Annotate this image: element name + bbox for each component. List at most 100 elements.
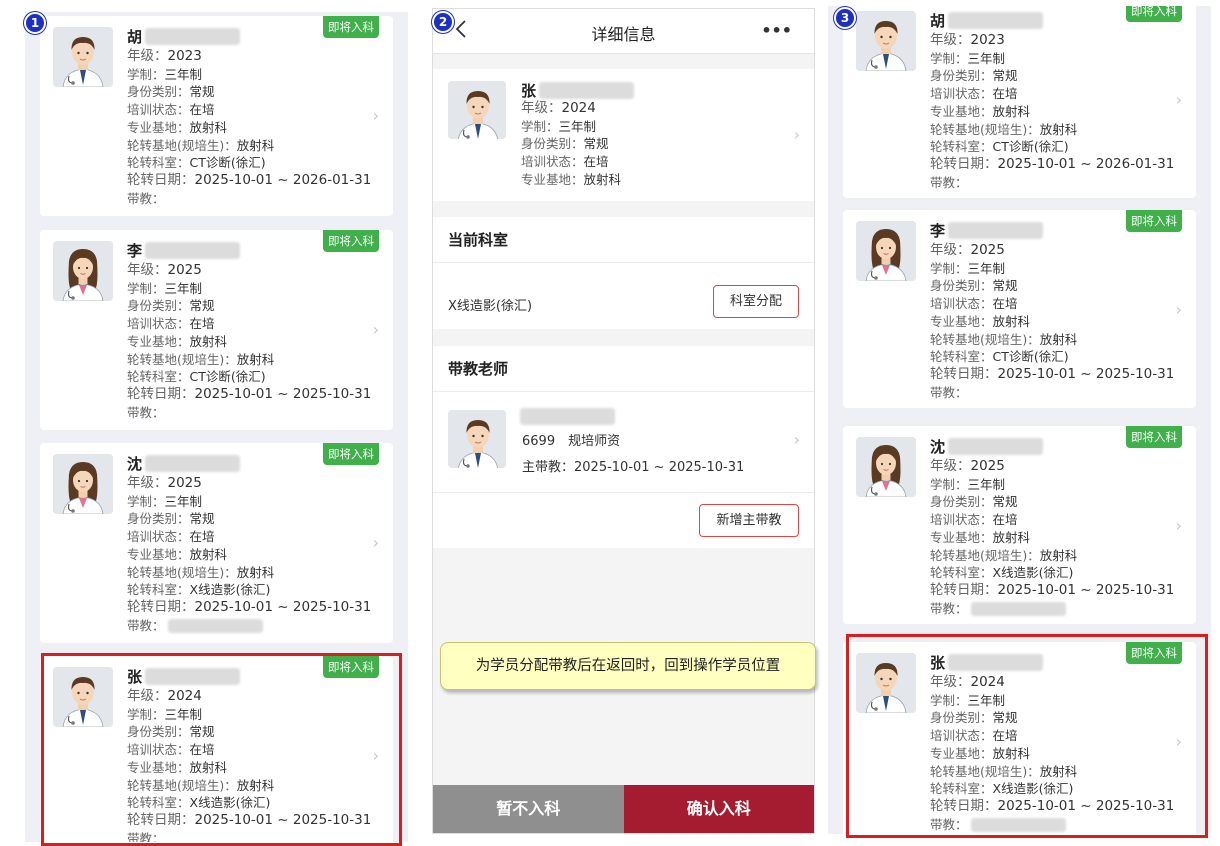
- field-label: 轮转日期：: [930, 581, 998, 598]
- info-row: 身份类别：常规: [930, 709, 1174, 727]
- student-card[interactable]: 即将入科李年级：2025 学制：三年制 身份类别：常规 培训状态：在培 专业基地：放射科…: [843, 210, 1196, 408]
- field-label: 身份类别：: [127, 298, 190, 314]
- student-card[interactable]: 即将入科胡年级：2023 学制：三年制 身份类别：常规 培训状态：在培 专业基地：放射科…: [40, 16, 393, 216]
- field-label: 专业基地：: [930, 313, 993, 329]
- field-label: 年级：: [930, 458, 971, 474]
- info-row: 专业基地：放射科: [127, 119, 371, 137]
- info-row: 身份类别：常规: [930, 277, 1174, 295]
- info-row: 学制：三年制: [127, 280, 371, 298]
- field-value: 2025-10-01 ~ 2025-10-31: [194, 598, 372, 615]
- field-value: 三年制: [967, 692, 1006, 708]
- field-label: 轮转日期：: [127, 171, 195, 188]
- field-value: 2025-10-01 ~ 2025-10-31: [194, 811, 372, 828]
- field-label: 培训状态：: [521, 154, 584, 170]
- avatar: [856, 11, 916, 71]
- student-card[interactable]: 即将入科沈年级：2025 学制：三年制 身份类别：常规 培训状态：在培 专业基地：放射科…: [40, 443, 393, 643]
- student-card[interactable]: 即将入科李年级：2025 学制：三年制 身份类别：常规 培训状态：在培 专业基地：放射科…: [40, 230, 393, 430]
- field-label: 年级：: [521, 100, 562, 116]
- student-name: 胡: [930, 11, 946, 30]
- chevron-right-icon: ›: [1175, 516, 1182, 535]
- info-row: 学制：三年制: [521, 118, 621, 136]
- field-label: 身份类别：: [127, 84, 190, 100]
- field-label: 带教：: [930, 384, 968, 400]
- field-value: CT诊断(徐汇): [189, 155, 266, 171]
- redacted-name: [145, 241, 241, 259]
- field-label: 带教：: [930, 816, 968, 832]
- student-card[interactable]: 即将入科胡年级：2023 学制：三年制 身份类别：常规 培训状态：在培 专业基地：放射科…: [843, 6, 1196, 198]
- field-value: 放射科: [1039, 121, 1078, 137]
- field-label: 轮转科室：: [930, 781, 993, 797]
- field-label: 学制：: [127, 706, 165, 722]
- assign-dept-button[interactable]: 科室分配: [713, 285, 799, 318]
- info-row: 轮转日期：2025-10-01 ~ 2026-01-31: [930, 156, 1174, 174]
- field-value: 放射科: [189, 333, 228, 349]
- info-row: 轮转科室：CT诊断(徐汇): [127, 368, 371, 386]
- student-card[interactable]: 即将入科张年级：2024 学制：三年制 身份类别：常规 培训状态：在培 专业基地：放射科…: [843, 642, 1196, 834]
- teacher-item[interactable]: 6699 规培师资 主带教：2025-10-01 ~ 2025-10-31 ›: [433, 388, 814, 493]
- annotation-note: 为学员分配带教后在返回时，回到操作学员位置: [440, 642, 816, 690]
- field-value: 放射科: [992, 745, 1031, 761]
- field-label: 培训状态：: [930, 728, 993, 744]
- student-name: 李: [930, 221, 946, 240]
- chevron-right-icon: ›: [372, 746, 379, 765]
- field-label: 带教：: [127, 830, 165, 842]
- reject-button[interactable]: 暂不入科: [433, 785, 624, 833]
- page-title: 详细信息: [591, 25, 656, 44]
- avatar: [53, 27, 113, 87]
- info-row: 轮转日期：2025-10-01 ~ 2025-10-31: [930, 798, 1174, 816]
- more-menu-button[interactable]: •••: [761, 21, 792, 40]
- field-label: 身份类别：: [930, 710, 993, 726]
- chevron-right-icon: ›: [372, 320, 379, 339]
- field-value: 三年制: [558, 118, 597, 134]
- student-summary[interactable]: 张 年级：2024 学制：三年制 身份类别：常规 培训状态：在培 专业基地：放射科 ›: [433, 69, 814, 201]
- field-label: 专业基地：: [127, 333, 190, 349]
- student-card[interactable]: 即将入科沈年级：2025 学制：三年制 身份类别：常规 培训状态：在培 专业基地：放射科…: [843, 426, 1196, 624]
- info-row: 年级：2024: [930, 674, 1174, 692]
- info-row: 培训状态：在培: [521, 153, 621, 171]
- field-value: 2025-10-01 ~ 2025-10-31: [997, 365, 1175, 382]
- section-title: 当前科室: [433, 217, 814, 263]
- field-value: 三年制: [164, 280, 203, 296]
- field-value: 2025-10-01 ~ 2026-01-31: [194, 171, 372, 188]
- student-name: 张: [127, 667, 143, 686]
- info-row: 带教：: [127, 830, 371, 842]
- info-row: 专业基地：放射科: [127, 546, 371, 564]
- field-value: X线造影(徐汇): [189, 795, 271, 811]
- field-value: CT诊断(徐汇): [992, 349, 1069, 365]
- info-row: 专业基地：放射科: [127, 759, 371, 777]
- confirm-button[interactable]: 确认入科: [623, 785, 814, 833]
- info-row: 带教：: [930, 816, 1174, 834]
- info-row: 轮转科室：CT诊断(徐汇): [127, 154, 371, 172]
- field-label: 年级：: [127, 48, 168, 64]
- info-row: 年级：2025: [930, 242, 1174, 260]
- field-label: 轮转基地(规培生)：: [930, 121, 1040, 137]
- chevron-right-icon: ›: [1175, 300, 1182, 319]
- info-row: 带教：: [127, 617, 371, 635]
- add-teacher-button[interactable]: 新增主带教: [699, 504, 799, 537]
- info-row: 专业基地：放射科: [930, 103, 1174, 121]
- field-value: X线造影(徐汇): [992, 565, 1074, 581]
- field-value: 放射科: [189, 546, 228, 562]
- field-label: 轮转科室：: [930, 349, 993, 365]
- field-value: 2024: [970, 674, 1005, 690]
- field-label: 专业基地：: [127, 759, 190, 775]
- field-label: 轮转日期：: [127, 598, 195, 615]
- field-label: 年级：: [127, 475, 168, 491]
- status-tag: 即将入科: [1126, 6, 1182, 22]
- info-row: 年级：2024: [521, 100, 621, 118]
- field-value: 放射科: [992, 313, 1031, 329]
- field-value: 三年制: [164, 706, 203, 722]
- field-label: 轮转科室：: [930, 565, 993, 581]
- field-label: 轮转日期：: [930, 155, 998, 172]
- info-row: 学制：三年制: [127, 706, 371, 724]
- current-dept-section: 当前科室 X线造影(徐汇) 科室分配: [433, 217, 814, 329]
- info-row: 专业基地：放射科: [930, 529, 1174, 547]
- chevron-right-icon: ›: [793, 125, 800, 144]
- field-value: 在培: [189, 742, 215, 758]
- step-badge-1: 1: [24, 12, 46, 34]
- field-value: 2025-10-01 ~ 2026-01-31: [997, 155, 1175, 172]
- info-row: 轮转日期：2025-10-01 ~ 2026-01-31: [127, 172, 371, 190]
- student-card[interactable]: 即将入科张年级：2024 学制：三年制 身份类别：常规 培训状态：在培 专业基地：放射科…: [40, 656, 393, 842]
- info-row: 轮转基地(规培生)：放射科: [930, 763, 1174, 781]
- info-row: 轮转科室：X线造影(徐汇): [930, 564, 1174, 582]
